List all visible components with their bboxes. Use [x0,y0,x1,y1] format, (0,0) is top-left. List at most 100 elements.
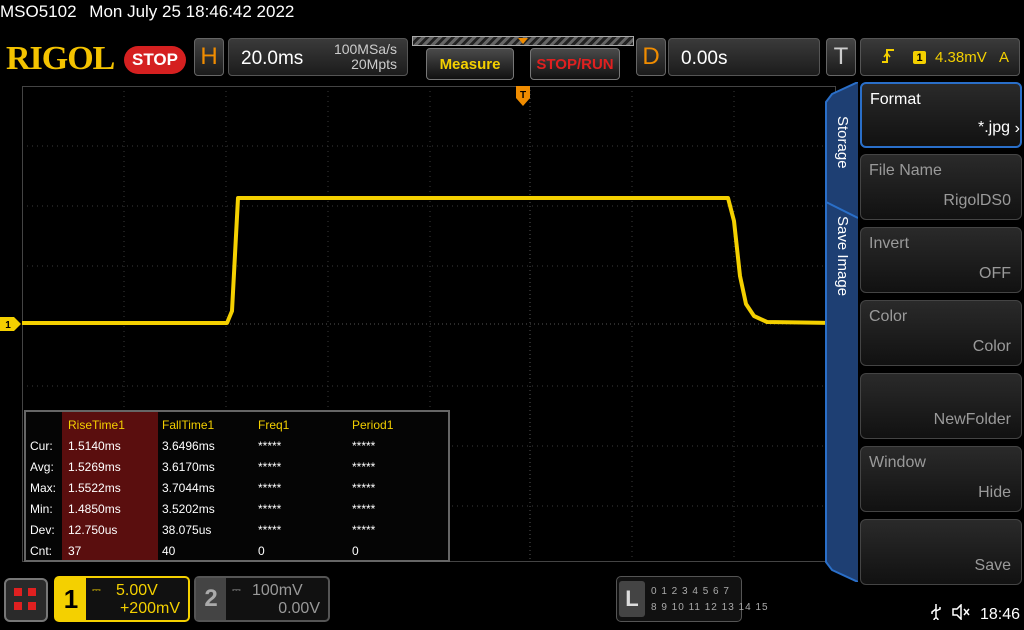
row-label: Cnt: [30,544,53,558]
header-falltime: FallTime1 [162,418,215,432]
table-cell: ***** [352,502,376,516]
table-cell: 3.6170ms [162,460,215,474]
menu-format[interactable]: Format *.jpg › [860,82,1022,148]
table-cell: 3.7044ms [162,481,215,495]
channel-2-number: 2 [196,578,226,620]
table-cell: 38.075us [162,523,212,537]
menu-file-name[interactable]: File Name RigolDS0 [860,154,1022,220]
table-cell: ***** [352,481,376,495]
table-cell: ***** [258,460,282,474]
menu-save[interactable]: Save [860,519,1022,585]
delay-panel[interactable]: 0.00s [668,38,820,76]
channel-2-offset: 0.00V [278,600,320,617]
menu-file-name-value: RigolDS0 [943,192,1011,209]
logic-channels-row2: 8 9 10 11 12 13 14 15 [651,602,769,613]
table-cell: ***** [258,523,282,537]
acquisition-info: 100MSa/s 20Mpts [334,42,397,72]
row-label: Min: [30,502,53,516]
table-cell: 1.4850ms [68,502,121,516]
menu-color-label: Color [869,308,908,325]
header-period: Period1 [352,418,394,432]
speaker-muted-icon[interactable] [952,603,970,625]
menu-format-value: *.jpg [977,119,1010,136]
table-cell: 1.5140ms [68,439,121,453]
row-label: Cur: [30,439,53,453]
chevron-right-icon: › [1014,120,1020,137]
menu-window[interactable]: Window Hide [860,446,1022,512]
ch1-waveform [22,196,836,325]
menu-invert-value: OFF [979,265,1011,282]
menu-window-label: Window [869,454,926,471]
trigger-level: 4.38mV [935,49,987,66]
table-cell: 0 [352,544,359,558]
trigger-source: 1 [913,51,926,64]
menu-new-folder[interactable]: NewFolder [860,373,1022,439]
measure-button[interactable]: Measure [426,48,514,80]
table-cell: 12.750us [68,523,118,537]
logic-key: L [619,581,645,617]
table-cell: 3.6496ms [162,439,215,453]
table-cell: 3.5202ms [162,502,215,516]
channel-2-panel[interactable]: 2 ⎓ 100mV 0.00V [194,576,330,622]
menu-color[interactable]: Color Color [860,300,1022,366]
sample-rate: 100MSa/s [333,41,397,57]
table-cell: ***** [352,523,376,537]
logic-analyzer-panel[interactable]: L 0 1 2 3 4 5 6 7 8 9 10 11 12 13 14 15 [616,576,768,622]
logic-channels-row1: 0 1 2 3 4 5 6 7 [651,586,730,597]
channel-1-offset: +200mV [119,600,180,617]
menu-color-value: Color [972,338,1011,355]
run-state-badge[interactable]: STOP [124,46,186,74]
usb-icon[interactable] [930,604,942,625]
table-cell: 40 [162,544,176,558]
model-name: MSO5102 [0,2,77,21]
delay-value: 0.00s [681,48,728,69]
status-bar: 18:46 [930,603,1020,625]
svg-text:1: 1 [5,320,11,331]
table-cell: ***** [352,460,376,474]
channel-1-number: 1 [56,578,86,620]
rising-edge-icon [881,48,895,69]
row-label: Avg: [30,460,54,474]
header-risetime: RiseTime1 [68,418,125,432]
row-label: Max: [30,481,57,495]
tab-storage[interactable]: Storage [834,116,851,169]
header-freq: Freq1 [258,418,290,432]
trigger-position-marker[interactable]: T [516,86,530,106]
trigger-mode: A [999,49,1010,66]
horizontal-key[interactable]: H [194,38,224,76]
ch1-offset-marker[interactable]: 1 [0,317,22,331]
table-cell: 1.5269ms [68,460,121,474]
memory-position-marker [518,38,528,44]
memory-depth: 20Mpts [351,56,397,72]
dc-coupling-icon: ⎓ [232,584,241,596]
timebase-value: 20.0ms [241,48,304,69]
table-cell: ***** [258,481,282,495]
horizontal-panel[interactable]: 20.0ms 100MSa/s 20Mpts [228,38,408,76]
channel-1-panel[interactable]: 1 ⎓ 5.00V +200mV [54,576,190,622]
menu-format-label: Format [870,91,921,108]
clock-time: 18:46 [979,605,1020,623]
menu-save-value: Save [974,557,1011,574]
datetime: Mon July 25 18:46:42 2022 [89,2,295,21]
table-cell: ***** [258,439,282,453]
trigger-panel[interactable]: 1 4.38mV A [860,38,1020,76]
stop-run-button[interactable]: STOP/RUN [530,48,620,80]
table-cell: 37 [68,544,82,558]
table-cell: ***** [258,502,282,516]
tab-save-image[interactable]: Save Image [834,216,851,296]
delay-key[interactable]: D [636,38,666,76]
menu-invert[interactable]: Invert OFF [860,227,1022,293]
menu-invert-label: Invert [869,235,910,252]
rigol-logo: RIGOL [6,40,115,77]
table-cell: ***** [352,439,376,453]
table-cell: 0 [258,544,265,558]
measurement-table[interactable]: RiseTime1 FallTime1 Freq1 Period1 Cur: 1… [24,410,450,562]
main-menu-button[interactable] [4,578,48,622]
trigger-key[interactable]: T [826,38,856,76]
menu-new-folder-value: NewFolder [933,411,1011,428]
dc-coupling-icon: ⎓ [92,584,101,596]
row-label: Dev: [30,523,55,537]
table-cell: 1.5522ms [68,481,121,495]
channel-1-scale: 5.00V [116,582,158,599]
title-line: MSO5102 Mon July 25 18:46:42 2022 [0,2,302,30]
